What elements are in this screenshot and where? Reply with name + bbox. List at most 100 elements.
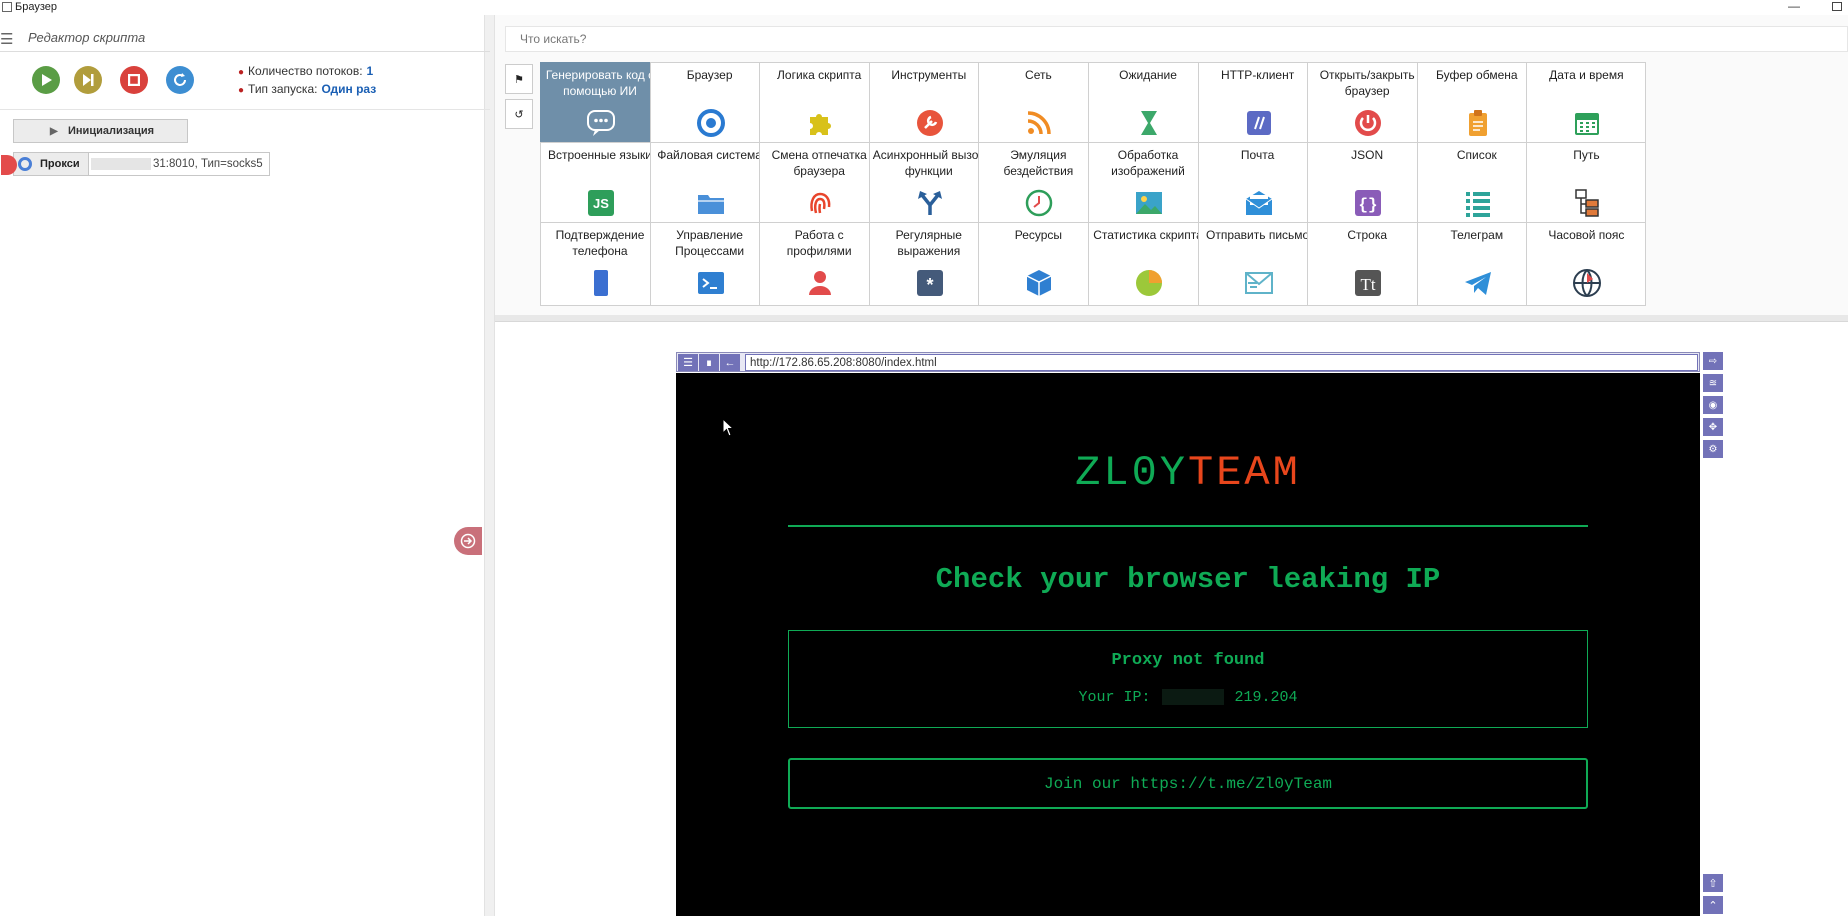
play-icon [42, 74, 52, 86]
tile-label: Отправить письмо [1205, 228, 1310, 242]
login-arrow-icon [460, 533, 476, 549]
tile-label: Встроенные языки [548, 148, 652, 162]
tile-label: Ожидание [1119, 68, 1177, 82]
search-input[interactable] [505, 26, 1848, 52]
expand-triangle-icon[interactable]: ▶ [50, 126, 58, 137]
action-tiles: Генерировать код с помощью ИИ Браузер Логи… [540, 62, 1848, 312]
url-input[interactable] [745, 354, 1698, 371]
browser-resize-button[interactable]: ✥ [1703, 418, 1723, 436]
chevron-up-icon: ⌃ [1708, 899, 1718, 912]
tile-13[interactable]: Асинхронный вызов функции [868, 142, 989, 226]
tile-6[interactable]: HTTP-клиент [1197, 62, 1318, 146]
list-icon [1462, 187, 1494, 219]
redacted-ip [1161, 689, 1224, 706]
tile-label: JSON [1351, 148, 1384, 162]
browser-network-button[interactable]: ≊ [1703, 374, 1723, 392]
tile-25[interactable]: Статистика скрипта [1088, 222, 1208, 306]
tile-28[interactable]: Телеграм [1416, 222, 1537, 306]
history-button[interactable]: ↺ [505, 99, 533, 129]
double-up-icon: ⇧ [1708, 877, 1718, 890]
svg-text:Tt: Tt [1361, 275, 1376, 294]
tile-22[interactable]: Работа с профилями [759, 222, 880, 306]
script-editor-pane [0, 15, 484, 916]
tile-15[interactable]: Обработка изображений [1088, 142, 1208, 226]
wrench-icon [914, 107, 946, 139]
tile-10[interactable]: Встроенные языки JS [540, 142, 660, 226]
tile-11[interactable]: Файловая система [649, 142, 770, 226]
user-icon [804, 267, 836, 299]
tile-26[interactable]: Отправить письмо [1197, 222, 1318, 306]
hamburger-menu-icon[interactable]: ☰ [0, 32, 13, 47]
tile-17[interactable]: JSON {} [1307, 142, 1428, 226]
tile-5[interactable]: Ожидание [1088, 62, 1208, 146]
tile-14[interactable]: Эмуляция бездействия [978, 142, 1099, 226]
play-button[interactable] [32, 66, 60, 94]
browser-menu-button[interactable]: ☰ [678, 354, 698, 371]
chat-bubble-icon [585, 107, 617, 139]
tile-3[interactable]: Инструменты [868, 62, 989, 146]
tile-16[interactable]: Почта [1197, 142, 1318, 226]
browser-settings-button[interactable]: ⚙ [1703, 440, 1723, 458]
tile-label: Подтверждение телефона [555, 228, 645, 258]
browser-go-button[interactable]: ⇨ [1703, 352, 1723, 370]
restart-button[interactable] [166, 66, 194, 94]
scroll-up-button[interactable]: ⌃ [1703, 896, 1723, 914]
clock-icon [1023, 187, 1055, 219]
browser-viewport[interactable]: ZL0YTEAM Check your browser leaking IP P… [676, 373, 1700, 916]
tile-label: Инструменты [891, 68, 967, 82]
mail-icon [1243, 187, 1275, 219]
browser-back-button[interactable]: ← [720, 354, 740, 371]
terminal-icon [695, 267, 727, 299]
tile-24[interactable]: Ресурсы [978, 222, 1099, 306]
tile-1[interactable]: Браузер [649, 62, 770, 146]
back-arrow-icon: ← [724, 356, 736, 369]
phone-icon [585, 267, 617, 299]
maximize-icon[interactable] [1832, 2, 1842, 11]
collapse-panel-button[interactable] [454, 527, 482, 555]
browser-mode-button[interactable]: ∎ [699, 354, 719, 371]
join-link[interactable]: Join our https://t.me/Zl0yTeam [788, 758, 1588, 809]
cube-icon [1023, 267, 1055, 299]
globe-icon [1571, 267, 1603, 299]
mouse-cursor-icon [722, 418, 735, 437]
ip-result-box: Proxy not found Your IP: 219.204 [788, 630, 1588, 728]
tile-0[interactable]: Генерировать код с помощью ИИ [540, 62, 660, 146]
tile-9[interactable]: Дата и время [1526, 62, 1647, 146]
run-toolbar: ● Количество потоков: 1 ● Тип запуска: Один … [0, 52, 490, 110]
tile-4[interactable]: Сеть [978, 62, 1099, 146]
go-icon: ⇨ [1708, 355, 1718, 367]
ip-label: Your IP: [1078, 689, 1151, 706]
tile-12[interactable]: Смена отпечатка браузера [759, 142, 880, 226]
window-titlebar: Браузер — [0, 0, 1848, 15]
horizontal-splitter[interactable] [495, 315, 1848, 322]
scroll-top-button[interactable]: ⇧ [1703, 874, 1723, 892]
stop-icon [128, 74, 140, 86]
tile-23[interactable]: Регулярные выражения * [868, 222, 989, 306]
step-button[interactable] [74, 66, 102, 94]
bookmark-button[interactable]: ⚑ [505, 64, 533, 94]
minimize-icon[interactable]: — [1788, 0, 1800, 12]
tile-label: Логика скрипта [777, 68, 862, 82]
action-proxy[interactable]: Прокси 31:8010, Тип=socks5 [1, 152, 270, 176]
tile-27[interactable]: Строка Tt [1307, 222, 1428, 306]
divider-line [788, 525, 1588, 527]
pane-splitter[interactable] [484, 15, 495, 916]
action-init[interactable]: ▶ Инициализация [13, 119, 188, 143]
tile-18[interactable]: Список [1416, 142, 1537, 226]
tile-label: Ресурсы [1014, 228, 1063, 242]
hourglass-icon [1133, 107, 1165, 139]
tile-21[interactable]: Управление Процессами [649, 222, 770, 306]
browser-record-button[interactable]: ◉ [1703, 396, 1723, 414]
tile-2[interactable]: Логика скрипта [759, 62, 880, 146]
stop-button[interactable] [120, 66, 148, 94]
tile-7[interactable]: Открыть/закрыть браузер [1307, 62, 1428, 146]
tile-29[interactable]: Часовой пояс [1526, 222, 1647, 306]
editor-header: ☰ Редактор скрипта [0, 18, 490, 52]
run-type-value[interactable]: Один раз [321, 82, 376, 96]
bullet-icon: ● [238, 85, 245, 96]
threads-value[interactable]: 1 [367, 64, 374, 78]
editor-title: Редактор скрипта [28, 30, 146, 45]
tile-8[interactable]: Буфер обмена [1416, 62, 1537, 146]
tile-20[interactable]: Подтверждение телефона [540, 222, 660, 306]
tile-19[interactable]: Путь [1526, 142, 1647, 226]
